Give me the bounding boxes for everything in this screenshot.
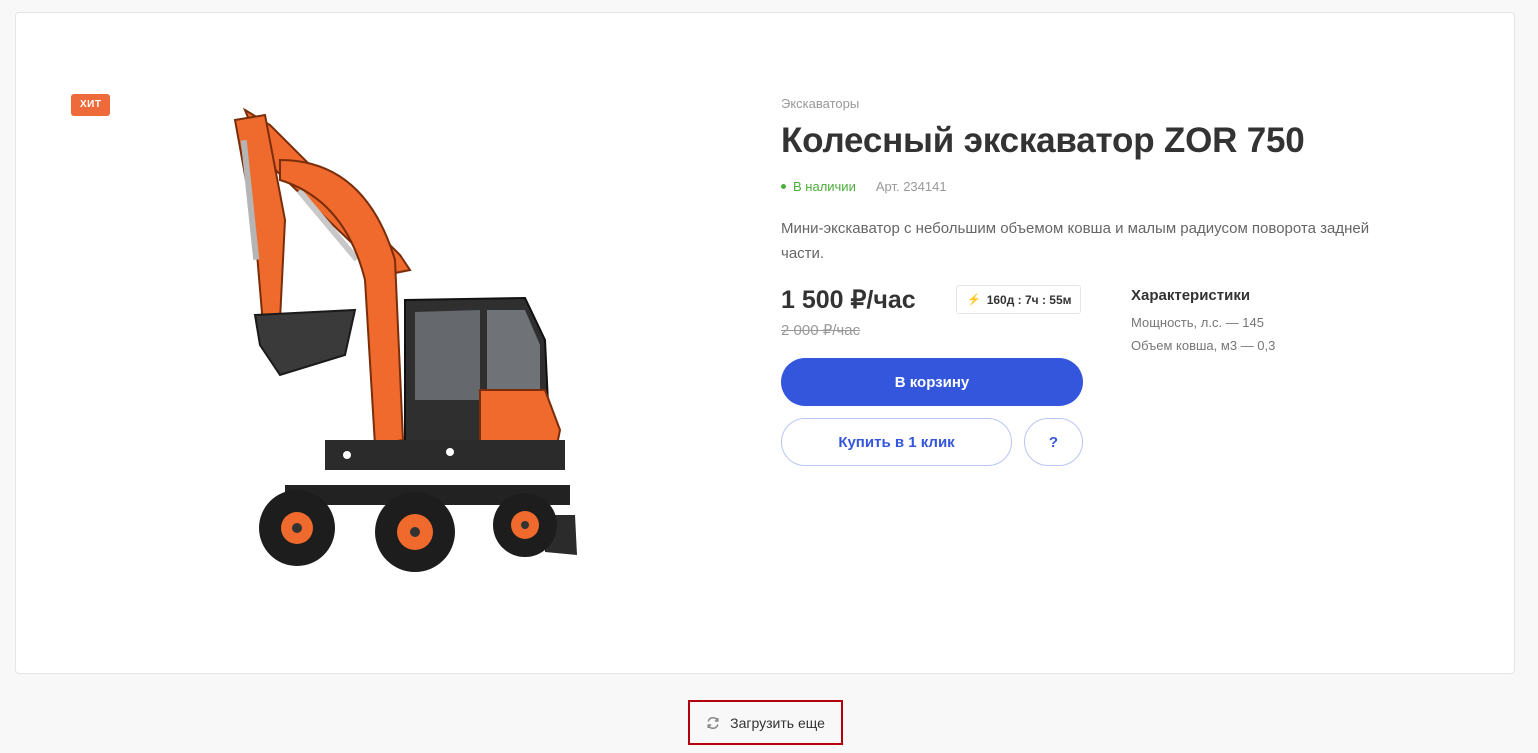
promo-timer: ⚡ 160д : 7ч : 55м bbox=[956, 285, 1081, 314]
spec-row: Объем ковша, м3 — 0,3 bbox=[1131, 338, 1276, 353]
hit-badge: ХИТ bbox=[71, 94, 111, 116]
product-title[interactable]: Колесный экскаватор ZOR 750 bbox=[781, 121, 1481, 161]
price-block: 1 500 ₽/час 2 000 ₽/час bbox=[781, 285, 916, 339]
product-category[interactable]: Экскаваторы bbox=[781, 96, 1481, 111]
refresh-icon bbox=[706, 716, 720, 730]
specs-block: Характеристики Мощность, л.с. — 145 Объе… bbox=[1131, 287, 1275, 353]
product-sku: Арт. 234141 bbox=[875, 179, 947, 194]
product-meta: В наличии Арт. 234141 bbox=[781, 179, 1481, 194]
spec-row: Мощность, л.с. — 145 bbox=[1131, 315, 1264, 330]
load-more-button[interactable]: Загрузить еще bbox=[688, 700, 843, 745]
lightning-icon: ⚡ bbox=[967, 294, 981, 306]
buy-one-click-button[interactable]: Купить в 1 клик bbox=[781, 418, 1012, 466]
product-info: Экскаваторы Колесный экскаватор ZOR 750 … bbox=[781, 96, 1481, 266]
specs-title: Характеристики bbox=[1131, 287, 1251, 304]
stock-label: В наличии bbox=[793, 179, 856, 194]
stock-dot-icon bbox=[781, 184, 786, 189]
product-image[interactable] bbox=[225, 100, 585, 580]
product-description: Мини-экскаватор с небольшим объемом ковш… bbox=[781, 220, 1370, 262]
add-to-cart-button[interactable]: В корзину bbox=[781, 358, 1083, 406]
timer-value: 160д : 7ч : 55м bbox=[986, 292, 1072, 307]
stock-status: В наличии bbox=[781, 179, 856, 194]
current-price: 1 500 ₽/час bbox=[781, 286, 916, 314]
ask-question-button[interactable]: ? bbox=[1024, 418, 1083, 466]
load-more-label: Загрузить еще bbox=[730, 714, 825, 731]
old-price: 2 000 ₽/час bbox=[781, 322, 861, 339]
